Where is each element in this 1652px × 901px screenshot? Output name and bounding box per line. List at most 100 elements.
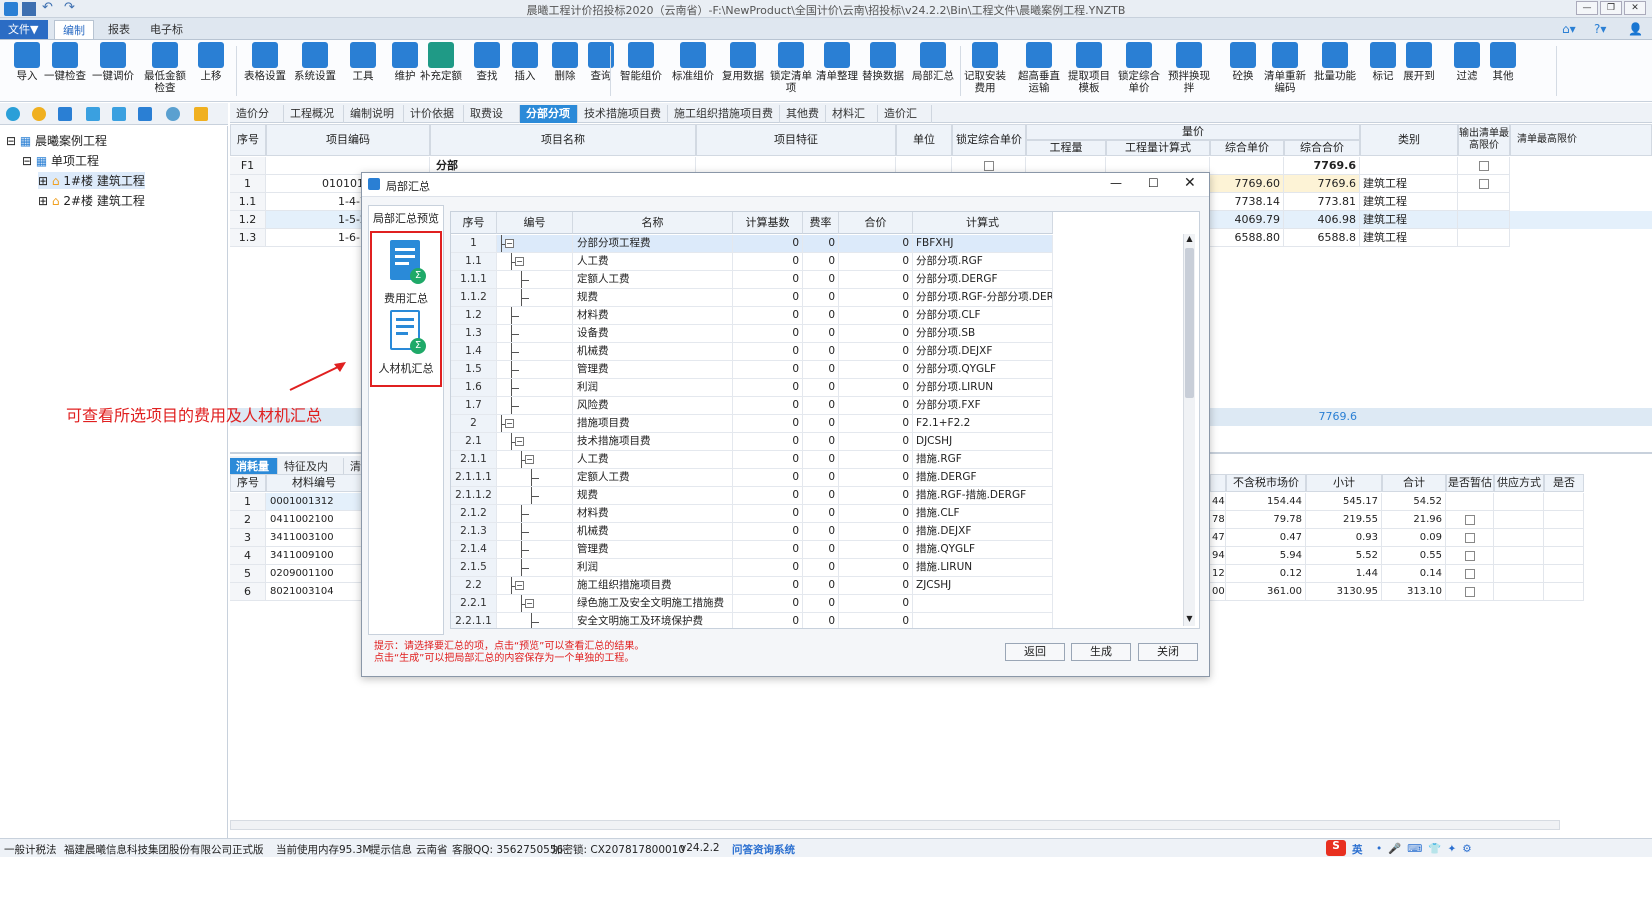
bhdr-code[interactable]: 材料编号 — [266, 474, 362, 492]
tree-single[interactable]: ⊟ ▦ 单项工程 — [22, 152, 99, 169]
collapse-toggle[interactable]: − — [505, 239, 514, 248]
ribbon-13-button[interactable]: 查询 — [580, 42, 622, 82]
tree-root[interactable]: ⊟ ▦ 晨曦案例工程 — [6, 132, 107, 149]
bhdr-supply[interactable]: 供应方式 — [1494, 474, 1544, 492]
ribbon-6-button[interactable]: 系统设置 — [294, 42, 336, 82]
bhdr-market[interactable]: 不含税市场价 — [1226, 474, 1306, 492]
ime-logo-icon[interactable]: S — [1326, 840, 1346, 856]
ime-tools-icon[interactable]: •🎤⌨👕✦⚙ — [1376, 842, 1478, 855]
tab-0[interactable]: 造价分析 — [230, 105, 284, 137]
ribbon-10-button[interactable]: 查找 — [466, 42, 508, 82]
dialog-close-action-button[interactable]: 关闭 — [1138, 643, 1198, 661]
generate-button[interactable]: 生成 — [1071, 643, 1131, 661]
back-button[interactable]: 返回 — [1005, 643, 1065, 661]
ribbon-21-button[interactable]: 记取安装费用 — [964, 42, 1006, 94]
collapse-toggle[interactable]: − — [525, 455, 534, 464]
minimize-button[interactable]: — — [1576, 1, 1598, 15]
tab-6[interactable]: 技术措施项目费 — [578, 105, 668, 123]
hdr-cat[interactable]: 类别 — [1360, 124, 1458, 156]
ribbon-18-button[interactable]: 清单整理 — [816, 42, 858, 82]
estimate-checkbox[interactable] — [1464, 587, 1475, 597]
tab-8[interactable]: 其他费 — [780, 105, 826, 123]
bhdr-a[interactable] — [1210, 474, 1226, 492]
ribbon-27-button[interactable]: 清单重新编码 — [1264, 42, 1306, 94]
dlg-hdr-3[interactable]: 计算基数 — [733, 212, 803, 234]
building-icon[interactable] — [138, 107, 152, 121]
bhdr-seq[interactable]: 序号 — [230, 474, 266, 492]
tree-building-1[interactable]: ⊞ ⌂ 1#楼 建筑工程 — [38, 172, 145, 189]
dlg-hdr-6[interactable]: 计算式 — [913, 212, 1053, 234]
qa-system-link[interactable]: 问答资询系统 — [732, 842, 795, 857]
lock-checkbox[interactable] — [983, 161, 994, 171]
ribbon-0-button[interactable]: 导入 — [6, 42, 48, 82]
ribbon-30-button[interactable]: 展开到 — [1398, 42, 1440, 82]
add-icon[interactable] — [6, 107, 20, 121]
hdr-qty[interactable]: 工程量 — [1026, 140, 1106, 156]
hdr-name[interactable]: 项目名称 — [430, 124, 696, 156]
hdr-total[interactable]: 综合合价 — [1284, 140, 1360, 156]
hint-info[interactable]: 提示信息 — [370, 842, 412, 857]
restore-button[interactable]: ❐ — [1600, 1, 1622, 15]
ribbon-23-button[interactable]: 提取项目模板 — [1068, 42, 1110, 94]
ribbon-32-button[interactable]: 其他 — [1482, 42, 1524, 82]
ribbon-4-button[interactable]: 上移 — [190, 42, 232, 82]
ribbon-28-button[interactable]: 批量功能 — [1314, 42, 1356, 82]
import-icon[interactable] — [58, 107, 72, 121]
close-button[interactable]: ✕ — [1624, 1, 1646, 15]
hdr-limit[interactable]: 输出清单最高限价 — [1458, 124, 1510, 156]
hdr-code[interactable]: 项目编码 — [266, 124, 430, 156]
dialog-close-button[interactable]: ✕ — [1184, 175, 1196, 191]
ribbon-22-button[interactable]: 超高垂直运输 — [1018, 42, 1060, 94]
ribbon-11-button[interactable]: 插入 — [504, 42, 546, 82]
collapse-toggle[interactable]: − — [515, 257, 524, 266]
summary-grid-scrollbar[interactable]: ▲ ▼ — [1183, 234, 1195, 626]
h-scrollbar[interactable] — [230, 820, 1560, 830]
tab-5[interactable]: 分部分项 — [520, 105, 578, 123]
tab-3[interactable]: 计价依据 — [404, 105, 464, 123]
ribbon-25-button[interactable]: 预拌换现拌 — [1168, 42, 1210, 94]
ime-mode[interactable]: 英 — [1352, 842, 1363, 857]
ribbon-3-button[interactable]: 最低金额检查 — [142, 42, 188, 94]
bhdr-est[interactable]: 是否暂估 — [1446, 474, 1494, 492]
ribbon-26-button[interactable]: 砼换 — [1222, 42, 1264, 82]
tab-7[interactable]: 施工组织措施项目费 — [668, 105, 780, 123]
ribbon-1-button[interactable]: 一键检查 — [44, 42, 86, 82]
menu-tab-edit[interactable]: 编制 — [54, 20, 94, 39]
ribbon-20-button[interactable]: 局部汇总 — [912, 42, 954, 82]
tree-building-2[interactable]: ⊞ ⌂ 2#楼 建筑工程 — [38, 192, 145, 209]
help-icon[interactable]: ?▾ — [1594, 22, 1606, 36]
collapse-toggle[interactable]: − — [505, 419, 514, 428]
ribbon-14-button[interactable]: 智能组价 — [620, 42, 662, 82]
estimate-checkbox[interactable] — [1464, 515, 1475, 525]
hdr-lock[interactable]: 锁定综合单价 — [952, 124, 1026, 156]
bhdr-sub[interactable]: 小计 — [1306, 474, 1382, 492]
collapse-toggle[interactable]: − — [525, 599, 534, 608]
file-menu[interactable]: 文件▼ — [0, 20, 48, 39]
bhdr-more[interactable]: 是否 — [1544, 474, 1584, 492]
hdr-unit[interactable]: 单位 — [896, 124, 952, 156]
hdr-unit-price[interactable]: 综合单价 — [1210, 140, 1284, 156]
limit-checkbox[interactable] — [1478, 161, 1489, 171]
gear-icon[interactable] — [166, 107, 180, 121]
dlg-hdr-5[interactable]: 合价 — [839, 212, 913, 234]
ribbon-19-button[interactable]: 替换数据 — [862, 42, 904, 82]
dialog-maximize-button[interactable]: ☐ — [1148, 176, 1159, 190]
tab-1[interactable]: 工程概况 — [284, 105, 344, 123]
estimate-checkbox[interactable] — [1464, 551, 1475, 561]
limit-checkbox[interactable] — [1478, 179, 1489, 189]
ribbon-16-button[interactable]: 复用数据 — [722, 42, 764, 82]
move-down-icon[interactable] — [86, 107, 100, 121]
ribbon-2-button[interactable]: 一键调价 — [92, 42, 134, 82]
dlg-hdr-4[interactable]: 费率(%) — [803, 212, 839, 251]
ribbon-17-button[interactable]: 锁定清单项 — [770, 42, 812, 94]
tab-4[interactable]: 取费设置 — [464, 105, 520, 137]
tab-10[interactable]: 造价汇总 — [878, 105, 932, 137]
hdr-feature[interactable]: 项目特征 — [696, 124, 896, 156]
tab-9[interactable]: 材料汇总 — [826, 105, 878, 137]
estimate-checkbox[interactable] — [1464, 533, 1475, 543]
ribbon-5-button[interactable]: 表格设置 — [244, 42, 286, 82]
hdr-seq[interactable]: 序号 — [230, 124, 266, 156]
dlg-hdr-1[interactable]: 编号 — [497, 212, 573, 234]
collapse-toggle[interactable]: − — [515, 437, 524, 446]
ribbon-7-button[interactable]: 工具 — [342, 42, 384, 82]
